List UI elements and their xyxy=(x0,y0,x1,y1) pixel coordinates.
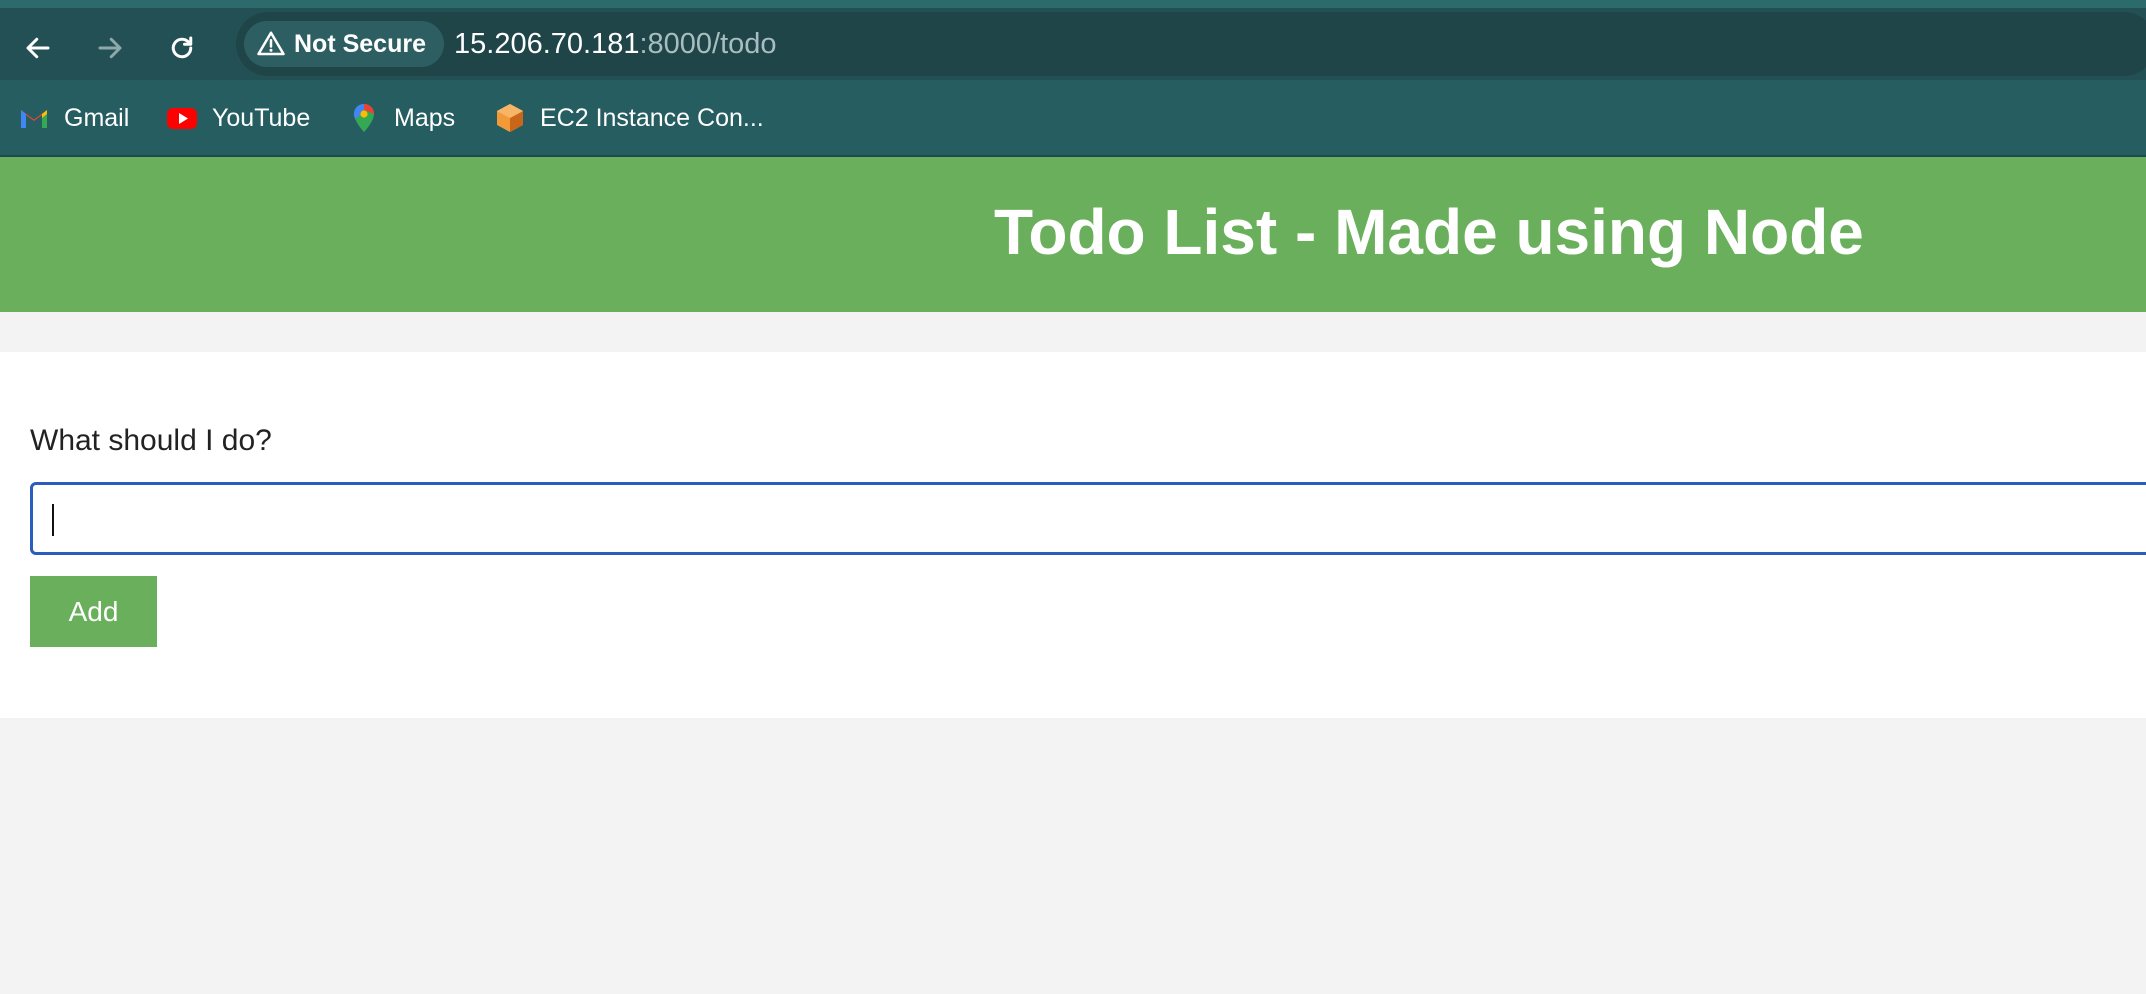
gmail-icon xyxy=(21,110,47,128)
bookmark-gmail[interactable]: Gmail xyxy=(18,96,129,140)
page-title: Todo List - Made using Node xyxy=(994,196,1864,268)
arrow-right-icon xyxy=(98,37,122,59)
browser-toolbar: Not Secure 15.206.70.181:8000/todo xyxy=(0,0,2146,80)
reload-button[interactable] xyxy=(156,22,208,74)
bookmark-maps[interactable]: Maps xyxy=(348,96,455,140)
todo-form: What should I do? Add xyxy=(0,352,2146,718)
reload-icon xyxy=(171,36,193,59)
bookmark-label: YouTube xyxy=(212,103,311,132)
bookmark-ec2[interactable]: EC2 Instance Con... xyxy=(494,96,764,140)
maps-icon xyxy=(354,104,374,132)
bookmark-label: EC2 Instance Con... xyxy=(540,103,764,132)
forward-button[interactable] xyxy=(84,22,136,74)
security-label: Not Secure xyxy=(294,29,426,58)
address-bar[interactable]: Not Secure 15.206.70.181:8000/todo xyxy=(236,12,2146,76)
text-caret xyxy=(52,504,54,536)
warning-triangle-icon xyxy=(257,31,285,56)
youtube-icon xyxy=(167,108,197,129)
bookmark-label: Maps xyxy=(394,103,456,132)
security-indicator[interactable]: Not Secure xyxy=(244,21,444,67)
bookmark-label: Gmail xyxy=(64,103,130,132)
bookmark-youtube[interactable]: YouTube xyxy=(166,96,310,140)
add-button[interactable]: Add xyxy=(30,576,157,647)
page-header: Todo List - Made using Node xyxy=(0,157,2146,312)
url-host: 15.206.70.181 xyxy=(454,27,640,60)
bookmarks-bar: Gmail YouTube Maps EC2 Instance Con... xyxy=(0,80,2146,157)
todo-field-label: What should I do? xyxy=(30,424,272,457)
url-text[interactable]: 15.206.70.181:8000/todo xyxy=(454,12,777,76)
url-path: :8000/todo xyxy=(639,27,777,60)
todo-input[interactable] xyxy=(30,482,2146,555)
arrow-left-icon xyxy=(26,37,50,59)
ec2-icon xyxy=(497,104,523,132)
back-button[interactable] xyxy=(12,22,64,74)
